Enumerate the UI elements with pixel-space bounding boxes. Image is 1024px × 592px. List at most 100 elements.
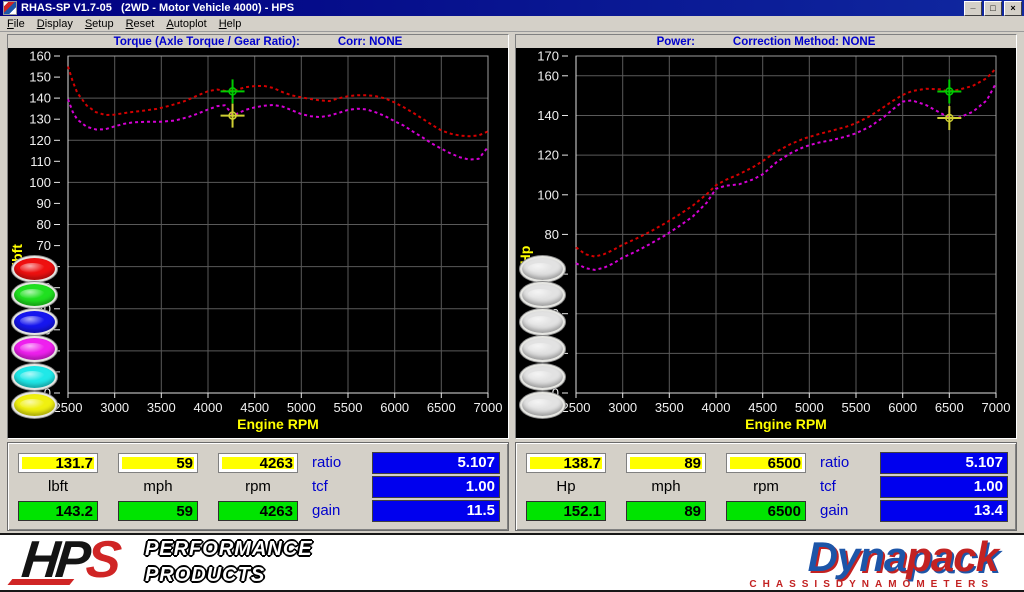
yellow-cursor	[221, 104, 245, 128]
menu-item-display[interactable]: Display	[31, 17, 79, 31]
x-axis-labels: 2500300035004000450050005500600065007000	[562, 393, 1011, 415]
series-red-run	[68, 67, 488, 137]
svg-text:2500: 2500	[562, 400, 591, 415]
dynamometers-text: DYNAMOMETERS	[836, 579, 994, 590]
torque-run-button-6[interactable]	[12, 392, 57, 418]
menu-item-setup[interactable]: Setup	[79, 17, 120, 31]
titlebar: RHAS-SP V1.7-05 (2WD - Motor Vehicle 400…	[0, 0, 1024, 16]
side-value-gain: 11.5	[372, 500, 500, 522]
torque-chart-area[interactable]: 0102030405060708090100110120130140150160…	[8, 48, 508, 438]
menu-item-help[interactable]: Help	[213, 17, 248, 31]
dynapack-wordmark: Dynapack	[653, 536, 998, 578]
hps-logo: HPS PERFORMANCE PRODUCTS	[20, 538, 313, 587]
cursor-value-green: 143.2	[18, 501, 98, 521]
torque-run-button-4[interactable]	[12, 336, 57, 362]
unit-label: Hp	[526, 477, 606, 497]
power-readout-panel: 138.7896500Hpmphrpm152.1896500ratio5.107…	[515, 442, 1017, 531]
cursor-value-green: 59	[118, 501, 198, 521]
dynapack-subtitle: CHASSIS DYNAMOMETERS	[653, 579, 998, 590]
power-run-button-4[interactable]	[520, 336, 565, 362]
charts-row: Torque (Axle Torque / Gear Ratio): Corr:…	[0, 32, 1024, 439]
svg-text:100: 100	[29, 175, 51, 190]
svg-text:7000: 7000	[982, 400, 1011, 415]
hps-mark: HPS	[17, 538, 129, 586]
power-run-button-5[interactable]	[520, 364, 565, 390]
svg-text:2500: 2500	[54, 400, 83, 415]
minimize-button[interactable]: _	[964, 1, 982, 16]
window-title: RHAS-SP V1.7-05 (2WD - Motor Vehicle 400…	[21, 2, 962, 14]
unit-label: lbft	[18, 477, 98, 497]
svg-text:120: 120	[29, 133, 51, 148]
side-label-tcf: tcf	[312, 477, 364, 497]
power-run-button-6[interactable]	[520, 392, 565, 418]
hps-words: PERFORMANCE PRODUCTS	[145, 538, 313, 587]
cursor-value-green: 152.1	[526, 501, 606, 521]
menu-item-reset[interactable]: Reset	[120, 17, 161, 31]
x-axis-labels: 2500300035004000450050005500600065007000	[54, 393, 503, 415]
torque-chart-svg: 0102030405060708090100110120130140150160…	[8, 48, 504, 438]
svg-text:70: 70	[37, 238, 51, 253]
readout-grid: 138.7896500Hpmphrpm152.1896500	[526, 453, 806, 521]
chassis-text: CHASSIS	[749, 579, 835, 590]
close-icon: ×	[1010, 4, 1015, 13]
close-button[interactable]: ×	[1004, 1, 1022, 16]
minimize-icon: _	[970, 1, 975, 10]
torque-run-button-2[interactable]	[12, 282, 57, 308]
svg-text:140: 140	[537, 108, 559, 123]
series-magenta-run	[576, 83, 996, 270]
unit-label: rpm	[218, 477, 298, 497]
readout-grid: 131.7594263lbftmphrpm143.2594263	[18, 453, 298, 521]
restore-icon: □	[990, 4, 995, 13]
x-axis-title: Engine RPM	[237, 416, 319, 432]
torque-run-button-5[interactable]	[12, 364, 57, 390]
power-run-button-3[interactable]	[520, 309, 565, 335]
logo-strip: HPS PERFORMANCE PRODUCTS Dynapack CHASSI…	[0, 533, 1024, 592]
side-value-tcf: 1.00	[880, 476, 1008, 498]
svg-text:3000: 3000	[608, 400, 637, 415]
torque-run-button-3[interactable]	[12, 309, 57, 335]
svg-text:80: 80	[545, 227, 559, 242]
menu-item-file[interactable]: File	[1, 17, 31, 31]
side-label-gain: gain	[820, 501, 872, 521]
svg-text:5000: 5000	[287, 400, 316, 415]
hps-performance-text: PERFORMANCE	[145, 538, 313, 561]
cursor-value-green: 6500	[726, 501, 806, 521]
power-run-button-1[interactable]	[520, 256, 565, 282]
side-value-gain: 13.4	[880, 500, 1008, 522]
gridlines	[576, 56, 996, 393]
svg-text:7000: 7000	[474, 400, 503, 415]
ratio-tcf-gain-grid: ratio5.107tcf1.00gain11.5	[312, 453, 500, 521]
torque-run-button-1[interactable]	[12, 256, 57, 282]
torque-panel: Torque (Axle Torque / Gear Ratio): Corr:…	[7, 34, 509, 439]
x-axis-title: Engine RPM	[745, 416, 827, 432]
cursor-value-yellow: 59	[118, 453, 198, 473]
power-chart-title: Power:	[657, 36, 695, 48]
power-run-button-2[interactable]	[520, 282, 565, 308]
side-label-ratio: ratio	[312, 453, 364, 473]
svg-text:4000: 4000	[194, 400, 223, 415]
cursor-value-yellow: 89	[626, 453, 706, 473]
side-value-tcf: 1.00	[372, 476, 500, 498]
svg-text:120: 120	[537, 148, 559, 163]
readout-row: 131.7594263lbftmphrpm143.2594263ratio5.1…	[0, 439, 1024, 531]
svg-text:6500: 6500	[427, 400, 456, 415]
hps-red-swoosh	[7, 580, 74, 586]
restore-button[interactable]: □	[984, 1, 1002, 16]
menu-item-autoplot[interactable]: Autoplot	[160, 17, 212, 31]
svg-text:170: 170	[537, 49, 559, 64]
svg-text:5500: 5500	[334, 400, 363, 415]
svg-text:6000: 6000	[380, 400, 409, 415]
power-correction-label: Correction Method: NONE	[733, 36, 875, 48]
svg-text:160: 160	[29, 49, 51, 64]
svg-text:90: 90	[37, 196, 51, 211]
power-panel: Power: Correction Method: NONE 020406080…	[515, 34, 1017, 439]
cursor-value-yellow: 6500	[726, 453, 806, 473]
side-label-ratio: ratio	[820, 453, 872, 473]
unit-label: mph	[626, 477, 706, 497]
app-icon	[3, 1, 17, 15]
svg-text:140: 140	[29, 91, 51, 106]
dynapack-logo: Dynapack CHASSIS DYNAMOMETERS	[653, 536, 998, 590]
side-label-tcf: tcf	[820, 477, 872, 497]
power-chart-header: Power: Correction Method: NONE	[516, 35, 1016, 48]
power-chart-area[interactable]: 0204060801001201401601702500300035004000…	[516, 48, 1016, 438]
